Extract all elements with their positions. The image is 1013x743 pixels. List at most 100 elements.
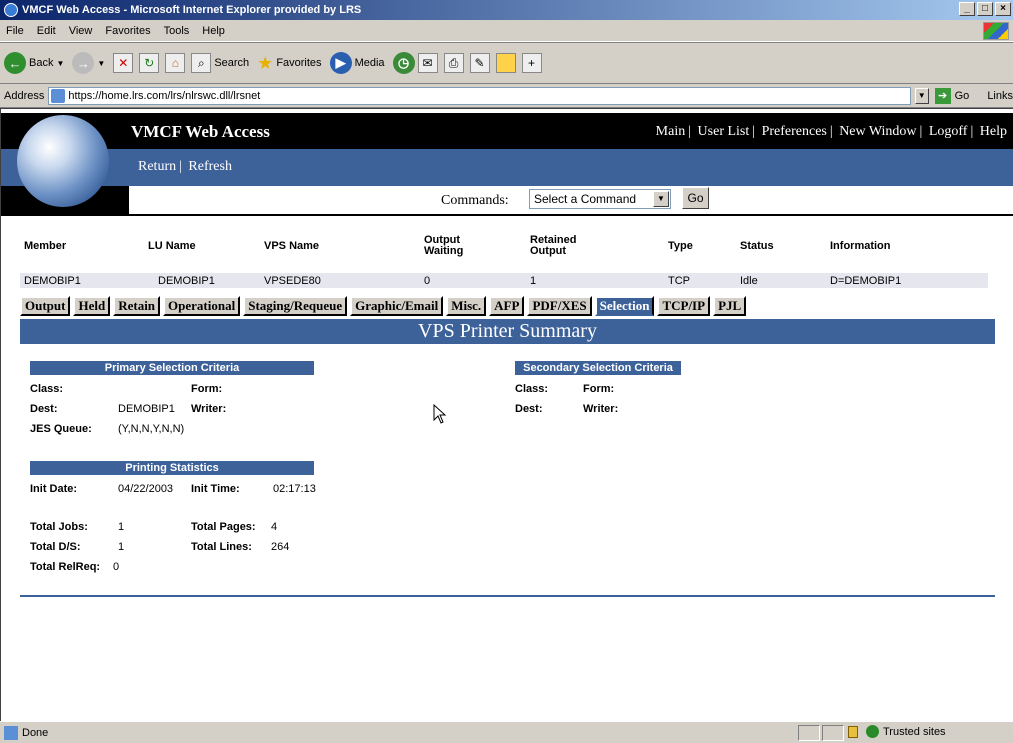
close-button[interactable]: ×: [995, 2, 1011, 16]
minimize-button[interactable]: _: [959, 2, 975, 16]
back-button[interactable]: ← Back ▼: [4, 52, 64, 74]
total-jobs-label: Total Jobs:: [30, 521, 88, 533]
command-go-button[interactable]: Go: [682, 187, 709, 209]
status-bar: Done Trusted sites: [0, 721, 1013, 743]
init-time-label: Init Time:: [191, 483, 240, 495]
primary-jes-value: (Y,N,N,Y,N,N): [118, 423, 185, 435]
nav-preferences[interactable]: Preferences: [762, 124, 827, 139]
secondary-dest-label: Dest:: [515, 403, 543, 415]
address-url: https://home.lrs.com/lrs/nlrswc.dll/lrsn…: [68, 89, 261, 102]
menu-favorites[interactable]: Favorites: [105, 25, 150, 37]
browser-toolbar: ← Back ▼ → ▼ ✕ ↻ ⌂ ⌕ Search ★ Favorites ▶ …: [0, 42, 1013, 84]
menu-edit[interactable]: Edit: [37, 25, 56, 37]
tab-operational[interactable]: Operational: [163, 296, 241, 316]
header-vps-name: VPS Name: [264, 240, 320, 252]
globe-logo-icon: [17, 115, 109, 207]
nav-refresh[interactable]: Refresh: [188, 159, 232, 174]
stop-icon[interactable]: ✕: [113, 53, 134, 73]
window-title: VMCF Web Access - Microsoft Internet Exp…: [22, 4, 362, 16]
header-output-waiting: Output Waiting: [424, 234, 464, 257]
tab-held[interactable]: Held: [73, 296, 111, 316]
history-icon[interactable]: ◷: [392, 52, 415, 74]
window-title-bar[interactable]: VMCF Web Access - Microsoft Internet Exp…: [0, 0, 1013, 20]
address-dropdown-icon[interactable]: ▼: [914, 87, 929, 104]
nav-new-window[interactable]: New Window: [839, 124, 916, 139]
media-icon: ▶: [329, 52, 352, 74]
nav-logoff[interactable]: Logoff: [929, 124, 968, 139]
status-pane: [822, 725, 844, 741]
mouse-cursor-icon: [433, 404, 447, 424]
total-relreq-value: 0: [113, 561, 120, 573]
menu-bar: File Edit View Favorites Tools Help: [0, 20, 1013, 42]
tab-pjl[interactable]: PJL: [713, 296, 747, 316]
address-input[interactable]: https://home.lrs.com/lrs/nlrswc.dll/lrsn…: [48, 86, 911, 105]
init-date-label: Init Date:: [30, 483, 78, 495]
menu-help[interactable]: Help: [202, 25, 225, 37]
search-button[interactable]: ⌕ Search: [191, 53, 249, 73]
trusted-zone-icon: [866, 725, 879, 738]
edit-icon[interactable]: ✎: [469, 53, 490, 73]
nav-main[interactable]: Main: [656, 124, 686, 139]
command-select[interactable]: Select a Command ▼: [529, 189, 671, 209]
total-ds-label: Total D/S:: [30, 541, 81, 553]
mail-icon[interactable]: ✉: [417, 53, 438, 73]
zone-label: Trusted sites: [883, 725, 946, 738]
media-button[interactable]: ▶ Media: [329, 52, 385, 74]
primary-form-label: Form:: [191, 383, 223, 395]
primary-criteria-header: Primary Selection Criteria: [30, 361, 314, 375]
security-zone[interactable]: Trusted sites: [848, 725, 946, 738]
header-information: Information: [830, 240, 891, 252]
links-button[interactable]: Links: [987, 90, 1013, 102]
page-viewport: VMCF Web Access Main | User List | Prefere…: [0, 108, 1013, 721]
nav-user-list[interactable]: User List: [698, 124, 750, 139]
address-go-button[interactable]: ➔ Go: [934, 87, 969, 104]
tab-tcp-ip[interactable]: TCP/IP: [657, 296, 711, 316]
favorites-button[interactable]: ★ Favorites: [257, 53, 321, 74]
nav-return[interactable]: Return: [138, 159, 176, 174]
menu-view[interactable]: View: [69, 25, 93, 37]
star-icon: ★: [257, 52, 274, 73]
nav-help[interactable]: Help: [980, 124, 1007, 139]
value-output-waiting: 0: [424, 275, 431, 287]
primary-jes-label: JES Queue:: [30, 423, 92, 435]
home-icon[interactable]: ⌂: [165, 53, 186, 73]
menu-file[interactable]: File: [6, 25, 24, 37]
maximize-button[interactable]: □: [977, 2, 993, 16]
value-vps-name: VPSEDE80: [264, 275, 321, 287]
tab-retain[interactable]: Retain: [113, 296, 161, 316]
tab-afp[interactable]: AFP: [489, 296, 525, 316]
value-information: D=DEMOBIP1: [830, 275, 902, 287]
forward-button[interactable]: → ▼: [72, 52, 105, 74]
folder-icon[interactable]: [495, 53, 516, 73]
back-arrow-icon: ←: [4, 52, 26, 74]
windows-logo-icon: [983, 22, 1009, 40]
tab-staging-requeue[interactable]: Staging/Requeue: [243, 296, 348, 316]
print-icon[interactable]: ⎙: [443, 53, 464, 73]
primary-dest-label: Dest:: [30, 403, 58, 415]
tab-misc[interactable]: Misc.: [446, 296, 487, 316]
banner-divider: [1, 214, 1013, 216]
sub-navigation: Return | Refresh: [138, 159, 232, 174]
messenger-icon[interactable]: +: [521, 53, 542, 73]
forward-arrow-icon: →: [72, 52, 95, 74]
printing-statistics-header: Printing Statistics: [30, 461, 314, 475]
total-relreq-label: Total RelReq:: [30, 561, 101, 573]
chevron-down-icon: ▼: [653, 191, 669, 207]
tab-selection[interactable]: Selection: [594, 296, 655, 316]
primary-writer-label: Writer:: [191, 403, 227, 415]
tab-output[interactable]: Output: [20, 296, 71, 316]
header-member: Member: [24, 240, 67, 252]
search-icon: ⌕: [191, 53, 212, 73]
tab-pdf-xes[interactable]: PDF/XES: [527, 296, 592, 316]
value-lu-name: DEMOBIP1: [158, 275, 215, 287]
value-type: TCP: [668, 275, 690, 287]
total-lines-label: Total Lines:: [191, 541, 252, 553]
total-lines-value: 264: [271, 541, 290, 553]
app-title: VMCF Web Access: [131, 122, 270, 141]
refresh-icon[interactable]: ↻: [139, 53, 160, 73]
menu-tools[interactable]: Tools: [164, 25, 190, 37]
secondary-criteria-header: Secondary Selection Criteria: [515, 361, 681, 375]
tab-graphic-email[interactable]: Graphic/Email: [350, 296, 444, 316]
secondary-form-label: Form:: [583, 383, 615, 395]
address-label: Address: [4, 89, 45, 102]
